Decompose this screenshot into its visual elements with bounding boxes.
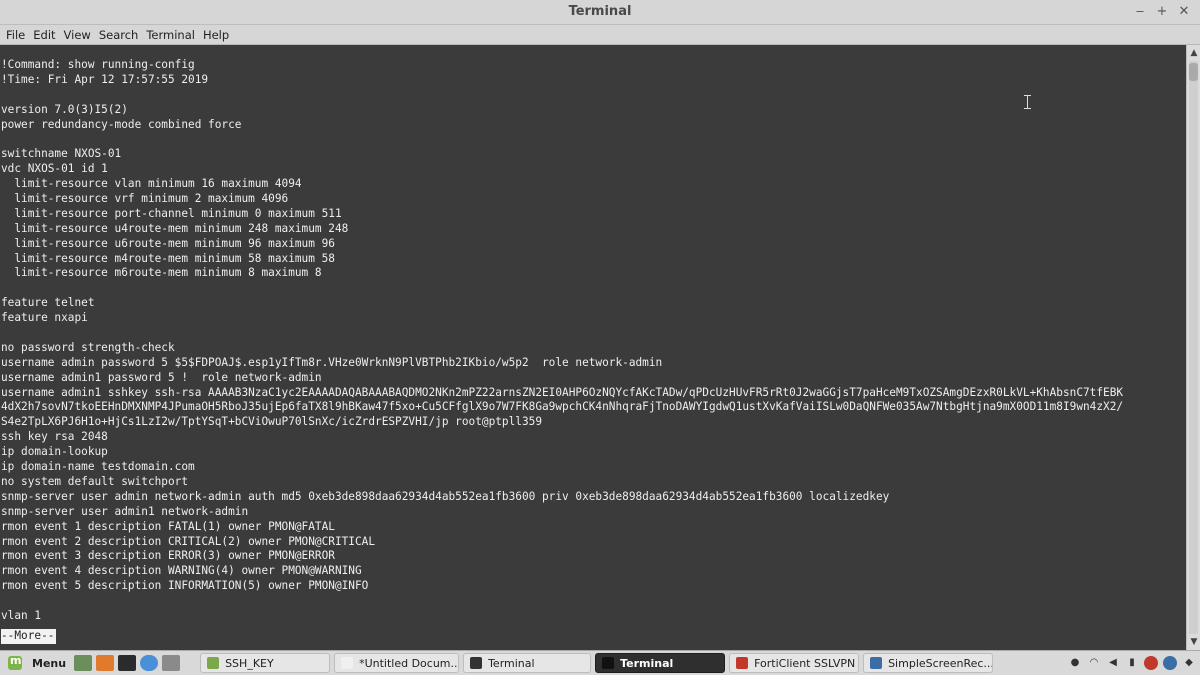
task-app-icon [602,657,615,669]
window-controls: ‒ + ✕ [1132,2,1192,22]
taskbar: Menu SSH_KEY *Untitled Docum... Terminal Te… [0,650,1200,675]
terminal-launcher-icon[interactable] [118,655,137,671]
terminal-line: snmp-server user admin network-admin aut… [1,489,890,503]
start-menu-button[interactable]: Menu [0,652,72,674]
terminal-line: version 7.0(3)I5(2) [1,102,128,116]
menu-search[interactable]: Search [95,28,143,42]
terminal-line: snmp-server user admin1 network-admin [1,504,249,518]
terminal-line: ip domain-name testdomain.com [1,460,195,474]
update-shield-icon[interactable]: ◆ [1182,656,1196,670]
task-app-icon [470,657,483,669]
task-app-icon [341,657,354,669]
taskbar-button-label: Terminal [620,656,674,670]
menu-edit[interactable]: Edit [29,28,59,42]
terminal-scrollbar[interactable]: ▲ ▼ [1186,45,1200,650]
terminal-line: feature nxapi [1,311,88,325]
terminal-line: limit-resource m6route-mem minimum 8 max… [1,266,322,280]
menu-view[interactable]: View [60,28,95,42]
terminal-line: !Command: show running-config [1,58,195,71]
taskbar-button[interactable]: FortiClient SSLVPN [729,653,860,673]
taskbar-button-label: FortiClient SSLVPN [754,656,856,670]
maximize-icon[interactable]: + [1154,2,1170,22]
task-app-icon [736,657,749,669]
taskbar-button[interactable]: SimpleScreenRec... [863,653,994,673]
battery-icon[interactable]: ▮ [1125,656,1139,670]
taskbar-button[interactable]: Terminal [595,653,726,673]
menu-file[interactable]: File [2,28,29,42]
scroll-up-icon[interactable]: ▲ [1187,47,1200,59]
terminal-line: rmon event 2 description CRITICAL(2) own… [1,534,376,548]
terminal-line: feature telnet [1,296,95,310]
terminal-line: S4e2TpLX6PJ6H1o+HjCs1LzI2w/TptYSqT+bCViO… [1,415,542,429]
window-title: Terminal [568,4,632,19]
show-desktop-icon[interactable] [74,655,93,671]
screenshot-icon[interactable] [162,655,181,671]
terminal-line: no system default switchport [1,474,189,488]
volume-icon[interactable]: ◀ [1106,656,1120,670]
mouse-ibeam-icon [1024,95,1032,109]
taskbar-button[interactable]: Terminal [463,653,592,673]
terminal-line: rmon event 3 description ERROR(3) owner … [1,549,335,563]
chrome-icon[interactable] [140,655,159,671]
terminal-line: limit-resource u6route-mem minimum 96 ma… [1,236,335,250]
task-app-icon [207,657,220,669]
scroll-down-icon[interactable]: ▼ [1187,636,1200,648]
scrollbar-track[interactable] [1189,61,1198,634]
taskbar-button[interactable]: SSH_KEY [200,653,331,673]
task-list: SSH_KEY *Untitled Docum... Terminal Termina… [198,653,995,673]
mint-logo-icon [8,654,22,670]
user-icon[interactable]: ● [1068,656,1082,670]
taskbar-button-label: Terminal [488,656,535,670]
window-titlebar[interactable]: Terminal ‒ + ✕ [0,0,1200,25]
terminal-line: limit-resource port-channel minimum 0 ma… [1,206,342,220]
wifi-icon[interactable]: ◠ [1087,656,1101,670]
network-icon[interactable] [1163,656,1177,670]
close-icon[interactable]: ✕ [1176,2,1192,22]
minimize-icon[interactable]: ‒ [1132,2,1148,22]
terminal-line: limit-resource vlan minimum 16 maximum 4… [1,177,302,191]
menu-bar: File Edit View Search Terminal Help [0,25,1200,45]
system-tray: ● ◠ ◀ ▮ ◆ [1068,656,1200,670]
task-app-icon [870,657,883,669]
start-menu-label: Menu [32,656,67,670]
taskbar-button[interactable]: *Untitled Docum... [334,653,460,673]
terminal-line: ip domain-lookup [1,445,108,459]
taskbar-button-label: SSH_KEY [225,656,274,670]
terminal-line: limit-resource vrf minimum 2 maximum 409… [1,192,289,206]
taskbar-button-label: *Untitled Docum... [359,656,460,670]
firefox-icon[interactable] [96,655,115,671]
terminal-line: power redundancy-mode combined force [1,117,242,131]
terminal-line: limit-resource m4route-mem minimum 58 ma… [1,251,335,265]
terminal-line: no password strength-check [1,340,175,354]
terminal-output[interactable]: !Command: show running-config !Time: Fri … [0,45,1186,650]
terminal-line: rmon event 5 description INFORMATION(5) … [1,579,369,593]
menu-help[interactable]: Help [199,28,233,42]
record-icon[interactable] [1144,656,1158,670]
terminal-line: username admin1 sshkey ssh-rsa AAAAB3Nza… [1,385,1124,399]
pager-prompt: --More-- [1,628,57,644]
terminal-line: username admin password 5 $5$FDPOAJ$.esp… [1,355,663,369]
terminal-line: switchname NXOS-01 [1,147,122,161]
terminal-line: rmon event 4 description WARNING(4) owne… [1,564,362,578]
terminal-line: rmon event 1 description FATAL(1) owner … [1,519,335,533]
terminal-line: vdc NXOS-01 id 1 [1,162,108,176]
terminal-line: 4dX2h7sovN7tkoEEHnDMXNMP4JPumaOH5RboJ35u… [1,400,1124,414]
taskbar-button-label: SimpleScreenRec... [888,656,994,670]
terminal-line: limit-resource u4route-mem minimum 248 m… [1,221,349,235]
terminal-line: ssh key rsa 2048 [1,430,108,444]
terminal-lines: !Command: show running-config !Time: Fri … [1,58,1123,644]
menu-terminal[interactable]: Terminal [142,28,199,42]
terminal-line: !Time: Fri Apr 12 17:57:55 2019 [1,72,209,86]
terminal-line: username admin1 password 5 ! role networ… [1,370,322,384]
scrollbar-thumb[interactable] [1189,63,1198,81]
terminal-line: vlan 1 [1,608,42,622]
